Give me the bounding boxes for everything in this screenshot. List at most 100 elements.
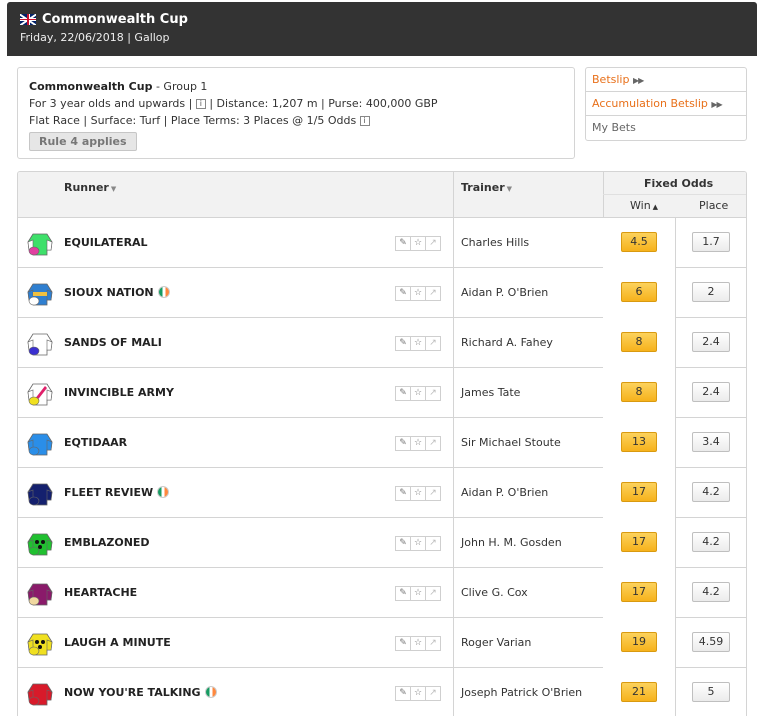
chart-icon[interactable]: ↗ [425,486,441,501]
win-odds-button[interactable]: 17 [621,582,657,602]
ireland-flag-icon [157,486,170,498]
pencil-icon[interactable]: ✎ [395,236,411,251]
place-odds-button[interactable]: 4.2 [692,582,730,602]
accumulation-betslip-link[interactable]: Accumulation Betslip ▶▶ [586,92,746,116]
runner-name[interactable]: INVINCIBLE ARMY [64,386,174,399]
chart-icon[interactable]: ↗ [425,236,441,251]
win-cell: 4.5 [603,218,675,268]
table-row: EQTIDAAR ✎ ☆ ↗ Sir Michael Stoute 13 3.4 [18,418,746,468]
runner-name[interactable]: SIOUX NATION [64,286,170,299]
win-odds-button[interactable]: 13 [621,432,657,452]
place-odds-button[interactable]: 1.7 [692,232,730,252]
runner-name[interactable]: EMBLAZONED [64,536,150,549]
runners-table: Runner ▼ Trainer ▼ Fixed Odds Win ▲ Place E… [17,171,747,716]
runner-name[interactable]: SANDS OF MALI [64,336,162,349]
trainer-name: Aidan P. O'Brien [461,486,549,499]
star-icon[interactable]: ☆ [410,436,426,451]
chart-icon[interactable]: ↗ [425,286,441,301]
runner-name[interactable]: FLEET REVIEW [64,486,170,499]
star-icon[interactable]: ☆ [410,336,426,351]
betslip-panel: Betslip ▶▶ Accumulation Betslip ▶▶ My Be… [585,67,747,141]
place-odds-button[interactable]: 4.59 [692,632,730,652]
place-odds-button[interactable]: 2.4 [692,382,730,402]
chart-icon[interactable]: ↗ [425,636,441,651]
star-icon[interactable]: ☆ [410,236,426,251]
sort-down-icon: ▼ [506,185,513,193]
race-conditions: For 3 year olds and upwards | [29,97,196,110]
pencil-icon[interactable]: ✎ [395,386,411,401]
pencil-icon[interactable]: ✎ [395,486,411,501]
win-odds-button[interactable]: 21 [621,682,657,702]
place-odds-button[interactable]: 2 [692,282,730,302]
place-odds-button[interactable]: 4.2 [692,532,730,552]
star-icon[interactable]: ☆ [410,586,426,601]
place-odds-button[interactable]: 4.2 [692,482,730,502]
win-cell: 8 [603,318,675,368]
runner-column-header[interactable]: Runner ▼ [64,181,116,194]
betslip-link[interactable]: Betslip ▶▶ [586,68,746,92]
chart-icon[interactable]: ↗ [425,586,441,601]
win-odds-button[interactable]: 4.5 [621,232,657,252]
runner-name[interactable]: HEARTACHE [64,586,137,599]
trainer-name: Sir Michael Stoute [461,436,561,449]
trainer-column-header[interactable]: Trainer ▼ [461,181,512,194]
pencil-icon[interactable]: ✎ [395,586,411,601]
trainer-name: Charles Hills [461,236,530,249]
place-odds-button[interactable]: 2.4 [692,332,730,352]
win-column-header[interactable]: Win ▲ [630,199,658,212]
info-icon[interactable]: i [359,116,370,126]
place-odds-button[interactable]: 5 [692,682,730,702]
rule-4-button[interactable]: Rule 4 applies [29,132,137,151]
pencil-icon[interactable]: ✎ [395,336,411,351]
chart-icon[interactable]: ↗ [425,336,441,351]
fixed-odds-header: Fixed Odds [644,177,714,190]
star-icon[interactable]: ☆ [410,636,426,651]
race-date-venue: Friday, 22/06/2018 | Gallop [20,31,170,44]
info-icon[interactable]: i [195,99,206,109]
jockey-silk-icon [25,228,55,258]
chart-icon[interactable]: ↗ [425,386,441,401]
chart-icon[interactable]: ↗ [425,436,441,451]
win-odds-button[interactable]: 17 [621,482,657,502]
chart-icon[interactable]: ↗ [425,536,441,551]
win-odds-button[interactable]: 17 [621,532,657,552]
page-title: Commonwealth Cup [42,12,188,27]
star-icon[interactable]: ☆ [410,286,426,301]
trainer-name: John H. M. Gosden [461,536,562,549]
runner-tools: ✎ ☆ ↗ [395,286,441,301]
pencil-icon[interactable]: ✎ [395,286,411,301]
race-distance-purse: | Distance: 1,207 m | Purse: 400,000 GBP [205,97,438,110]
pencil-icon[interactable]: ✎ [395,536,411,551]
win-cell: 21 [603,668,675,716]
star-icon[interactable]: ☆ [410,486,426,501]
sort-down-icon: ▼ [110,185,117,193]
table-row: SANDS OF MALI ✎ ☆ ↗ Richard A. Fahey 8 2.4 [18,318,746,368]
runner-name[interactable]: LAUGH A MINUTE [64,636,171,649]
star-icon[interactable]: ☆ [410,536,426,551]
win-odds-button[interactable]: 6 [621,282,657,302]
pencil-icon[interactable]: ✎ [395,636,411,651]
star-icon[interactable]: ☆ [410,686,426,701]
win-odds-button[interactable]: 8 [621,332,657,352]
win-odds-button[interactable]: 19 [621,632,657,652]
trainer-name: Aidan P. O'Brien [461,286,549,299]
pencil-icon[interactable]: ✎ [395,686,411,701]
place-odds-button[interactable]: 3.4 [692,432,730,452]
runner-name[interactable]: EQTIDAAR [64,436,127,449]
win-cell: 6 [603,268,675,318]
my-bets-link[interactable]: My Bets [586,116,746,140]
runner-tools: ✎ ☆ ↗ [395,436,441,451]
jockey-silk-icon [25,528,55,558]
chart-icon[interactable]: ↗ [425,686,441,701]
win-cell: 17 [603,468,675,518]
table-row: INVINCIBLE ARMY ✎ ☆ ↗ James Tate 8 2.4 [18,368,746,418]
pencil-icon[interactable]: ✎ [395,436,411,451]
runner-rows: EQUILATERAL ✎ ☆ ↗ Charles Hills 4.5 1.7 SIOUX N… [18,218,746,716]
ireland-flag-icon [157,286,170,298]
runner-name[interactable]: NOW YOU'RE TALKING [64,686,217,699]
runner-name[interactable]: EQUILATERAL [64,236,148,249]
star-icon[interactable]: ☆ [410,386,426,401]
jockey-silk-icon [25,328,55,358]
win-odds-button[interactable]: 8 [621,382,657,402]
uk-flag-icon [20,14,36,25]
